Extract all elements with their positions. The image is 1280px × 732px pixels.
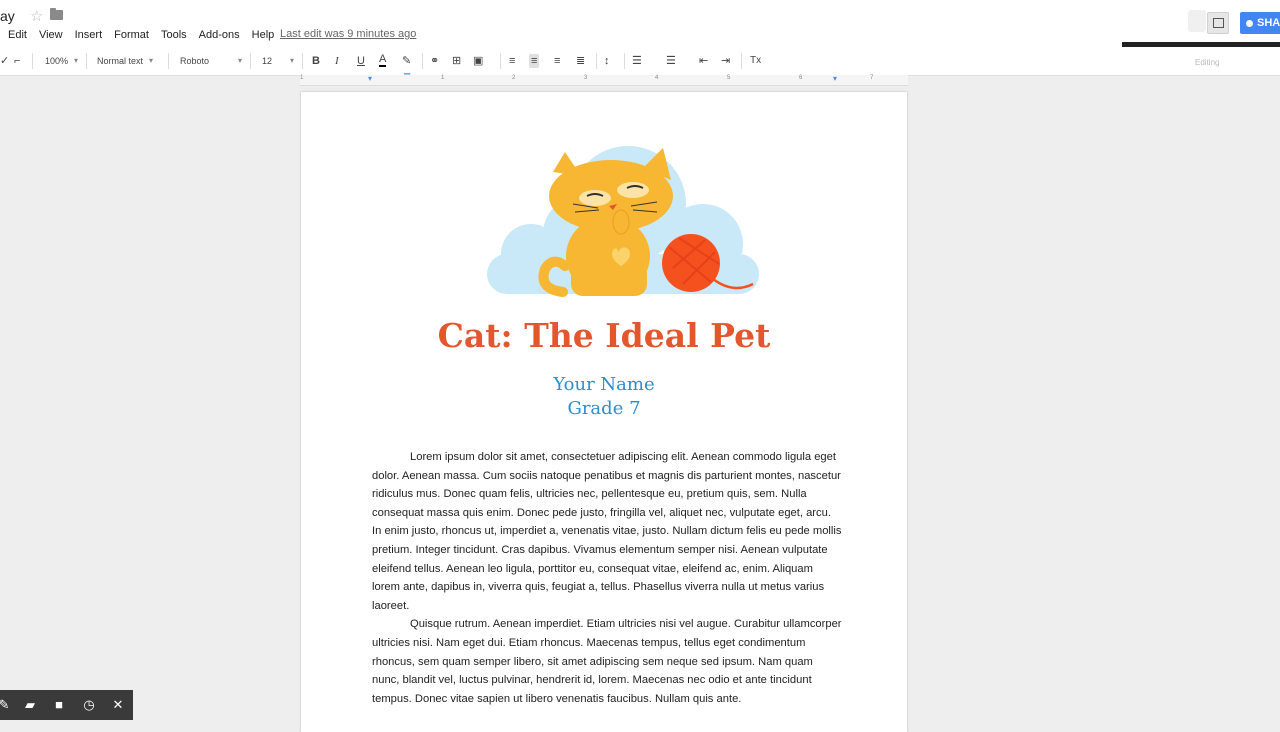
menu-addons[interactable]: Add-ons (199, 29, 240, 41)
author-name[interactable]: Your Name (301, 374, 907, 395)
ruler-label: 1 (300, 75, 304, 81)
ruler-label: 7 (870, 75, 874, 81)
ruler-label: 5 (727, 75, 731, 81)
menu-tools[interactable]: Tools (161, 29, 187, 41)
author-grade[interactable]: Grade 7 (301, 398, 907, 419)
paragraph[interactable]: Lorem ipsum dolor sit amet, consectetuer… (372, 448, 842, 615)
paragraph[interactable]: Quisque rutrum. Aenean imperdiet. Etiam … (372, 615, 842, 708)
toolbar-divider (86, 53, 87, 69)
close-icon[interactable]: ✕ (110, 697, 126, 713)
menu-edit[interactable]: Edit (8, 29, 27, 41)
ruler-label: 2 (512, 75, 516, 81)
top-bar: ay ☆ Edit View Insert Format Tools Add-o… (0, 0, 1280, 61)
toolbar-divider (302, 53, 303, 69)
menu-format[interactable]: Format (114, 29, 149, 41)
menu-insert[interactable]: Insert (75, 29, 103, 41)
toolbar: ✓ ⌐ 100% Normal text Roboto 12 B I U A ✎… (0, 47, 1280, 76)
ruler[interactable]: 1 ▾ ▔ 1 2 3 4 5 6 ▾ 7 (300, 75, 908, 86)
line-spacing-icon[interactable]: ↕ (604, 54, 610, 68)
text-color-button[interactable]: A (379, 54, 387, 67)
ruler-label: 3 (584, 75, 588, 81)
style-select[interactable]: Normal text (97, 53, 153, 69)
underline-button[interactable]: U (357, 54, 365, 68)
star-icon[interactable]: ☆ (30, 7, 43, 25)
menu-view[interactable]: View (39, 29, 63, 41)
clear-formatting-button[interactable]: Tx (750, 54, 761, 68)
bold-button[interactable]: B (312, 54, 320, 68)
menu-help[interactable]: Help (252, 29, 275, 41)
last-edit-link[interactable]: Last edit was 9 minutes ago (280, 28, 416, 40)
document-body[interactable]: Lorem ipsum dolor sit amet, consectetuer… (372, 448, 842, 708)
justify-icon[interactable]: ≣ (576, 54, 585, 68)
toolbar-divider (741, 53, 742, 69)
recorder-toolbar: ✎ ▰ ■ ◷ ✕ (0, 690, 133, 720)
share-button[interactable]: SHA (1240, 12, 1280, 34)
toolbar-divider (624, 53, 625, 69)
toolbar-divider (32, 53, 33, 69)
pen-icon[interactable]: ✎ (0, 697, 12, 713)
toolbar-divider (596, 53, 597, 69)
insert-comment-icon[interactable]: ⊞ (452, 54, 461, 68)
ruler-label: 4 (655, 75, 659, 81)
document-title[interactable]: Cat: The Ideal Pet (301, 316, 907, 355)
person-icon (1246, 19, 1253, 27)
timer-icon[interactable]: ◷ (81, 697, 97, 713)
link-icon[interactable]: ⚭ (430, 54, 439, 68)
decrease-indent-icon[interactable]: ⇤ (699, 54, 708, 68)
eraser-icon[interactable]: ▰ (22, 697, 38, 713)
comments-button[interactable] (1207, 12, 1229, 34)
ruler-label: 1 (441, 75, 445, 81)
right-indent-marker[interactable]: ▾ (833, 75, 837, 83)
align-left-icon[interactable]: ≡ (509, 54, 515, 68)
document-page[interactable]: Cat: The Ideal Pet Your Name Grade 7 Lor… (301, 92, 907, 732)
spellcheck-icon[interactable]: ✓ (0, 54, 9, 68)
highlight-icon[interactable]: ✎ (402, 54, 411, 68)
increase-indent-icon[interactable]: ⇥ (721, 54, 730, 68)
paint-format-icon[interactable]: ⌐ (14, 54, 20, 68)
numbered-list-icon[interactable]: ☰ (632, 54, 642, 68)
folder-icon[interactable] (50, 8, 63, 20)
toolbar-divider (250, 53, 251, 69)
size-select[interactable]: 12 (262, 53, 294, 69)
toolbar-divider (422, 53, 423, 69)
italic-button[interactable]: I (335, 54, 339, 68)
align-center-icon[interactable]: ≡ (529, 54, 540, 68)
faded-logo (1188, 10, 1206, 32)
camera-icon[interactable]: ■ (51, 697, 67, 713)
toolbar-divider (168, 53, 169, 69)
bulleted-list-icon[interactable]: ☰ (666, 54, 676, 68)
menu-bar: Edit View Insert Format Tools Add-ons He… (0, 27, 286, 43)
first-line-indent-marker[interactable]: ▔ (404, 75, 410, 83)
cat-illustration (487, 146, 759, 297)
doc-title[interactable]: ay (0, 8, 15, 24)
ruler-label: 6 (799, 75, 803, 81)
align-right-icon[interactable]: ≡ (554, 54, 560, 68)
insert-image-icon[interactable]: ▣ (473, 54, 483, 68)
editing-mode[interactable]: Editing (1195, 56, 1219, 70)
zoom-select[interactable]: 100% (45, 53, 78, 69)
toolbar-divider (500, 53, 501, 69)
share-label: SHA (1257, 17, 1280, 29)
left-indent-marker[interactable]: ▾ (368, 75, 372, 83)
font-select[interactable]: Roboto (180, 53, 242, 69)
